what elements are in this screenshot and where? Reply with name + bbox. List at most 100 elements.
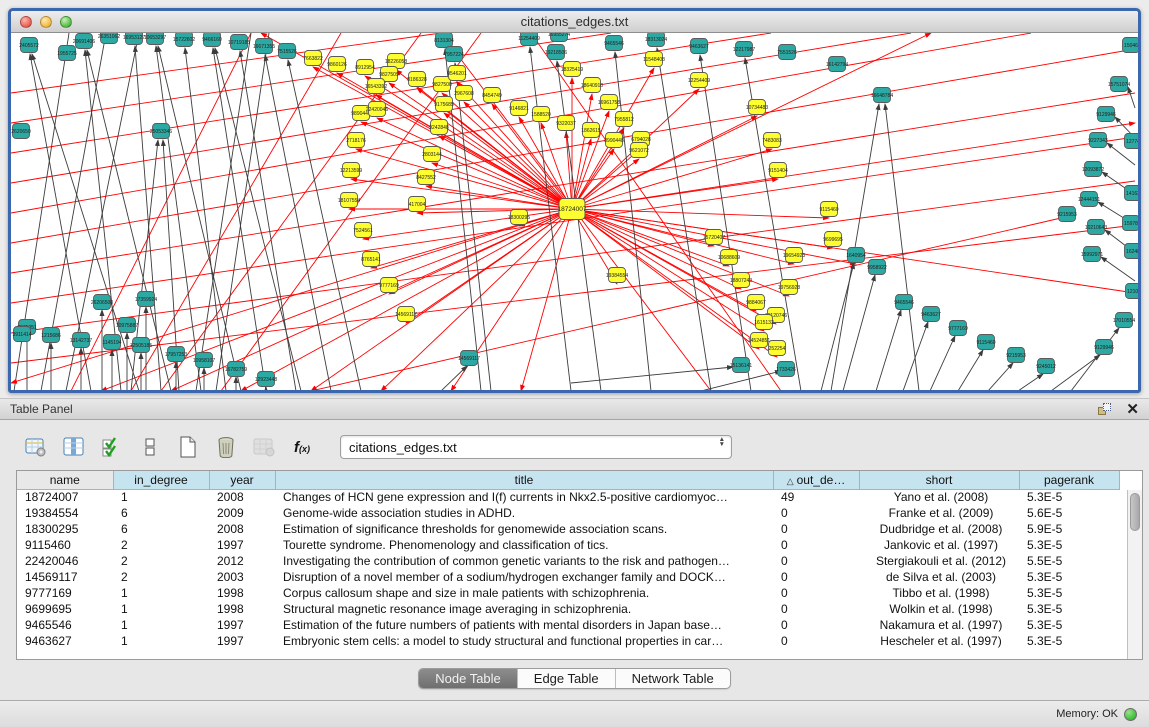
table-cell[interactable]: 9699695 xyxy=(17,601,113,617)
graph-node[interactable]: 15720407 xyxy=(703,230,725,245)
table-cell[interactable]: 22420046 xyxy=(17,553,113,569)
citation-edge-red[interactable] xyxy=(566,132,572,209)
table-row[interactable]: 977716911998Corpus callosum shape and si… xyxy=(17,585,1119,601)
graph-node[interactable]: 10653297 xyxy=(144,33,166,45)
graph-node[interactable]: 14569117 xyxy=(395,307,417,322)
graph-node[interactable]: 2405572 xyxy=(19,38,39,53)
table-row[interactable]: 946554611997Estimation of the future num… xyxy=(17,617,1119,633)
row-height-button[interactable] xyxy=(136,434,164,460)
graph-node[interactable]: 16648784 xyxy=(871,88,893,103)
graph-node[interactable]: 9958922 xyxy=(867,260,887,275)
graph-node[interactable]: 11548408 xyxy=(643,52,665,67)
citation-edge-red[interactable] xyxy=(572,209,776,324)
graph-node[interactable]: 10734483 xyxy=(746,100,768,115)
table-row[interactable]: 1938455462009Genome-wide association stu… xyxy=(17,505,1119,521)
network-canvas[interactable]: 2405572195572520691406263510621695312710… xyxy=(11,33,1138,390)
citation-edge-black[interactable] xyxy=(876,310,901,390)
table-cell[interactable]: Nakamura et al. (1997) xyxy=(859,617,1019,633)
graph-node[interactable]: 16955274 xyxy=(548,33,570,42)
column-header-name[interactable]: name xyxy=(17,471,113,489)
citation-edge-red[interactable] xyxy=(11,33,1031,213)
graph-node[interactable]: 12254409 xyxy=(688,73,710,88)
graph-node[interactable]: 9466160 xyxy=(202,33,222,47)
graph-node[interactable]: 9465546 xyxy=(894,295,914,310)
table-cell[interactable]: 6 xyxy=(113,505,209,521)
table-cell[interactable]: Yano et al. (2008) xyxy=(859,489,1019,505)
hub-node[interactable]: 18724007 xyxy=(558,199,587,220)
delete-table-button[interactable] xyxy=(212,434,240,460)
table-cell[interactable]: 5.3E-5 xyxy=(1019,537,1119,553)
table-settings-button[interactable] xyxy=(22,434,50,460)
table-cell[interactable]: 5.3E-5 xyxy=(1019,585,1119,601)
table-cell[interactable]: 1 xyxy=(113,585,209,601)
table-cell[interactable]: 0 xyxy=(773,633,859,649)
float-window-icon[interactable] xyxy=(1098,403,1112,416)
table-cell[interactable]: Tibbo et al. (1998) xyxy=(859,585,1019,601)
graph-node[interactable]: 16543392 xyxy=(365,79,387,94)
table-scrollbar[interactable] xyxy=(1127,490,1142,659)
node-table[interactable]: name in_degree year title △out_de… short… xyxy=(17,471,1120,649)
table-cell[interactable]: 2 xyxy=(113,569,209,585)
graph-node[interactable]: 16953127 xyxy=(123,33,145,45)
graph-node[interactable]: 8131304 xyxy=(434,33,454,48)
citation-edge-black[interactable] xyxy=(455,63,491,390)
graph-node[interactable]: 9463627 xyxy=(921,307,941,322)
function-builder-button[interactable]: f(x) xyxy=(288,434,316,460)
citation-edge-red[interactable] xyxy=(439,136,572,209)
graph-node[interactable]: 1733426 xyxy=(776,362,796,377)
graph-node[interactable]: 10958107 xyxy=(193,353,215,368)
table-cell[interactable]: 0 xyxy=(773,585,859,601)
table-cell[interactable]: 18300295 xyxy=(17,521,113,537)
graph-node[interactable]: 9777169 xyxy=(948,321,968,336)
graph-node[interactable]: 16248 xyxy=(1125,244,1139,259)
graph-node[interactable]: 1215686 xyxy=(41,328,61,343)
graph-node[interactable]: 9227343 xyxy=(1088,133,1108,148)
table-cell[interactable]: 2 xyxy=(113,553,209,569)
table-cell[interactable]: 2009 xyxy=(209,505,275,521)
graph-node[interactable]: 18107554 xyxy=(338,193,360,208)
graph-node[interactable]: 7551526 xyxy=(777,45,797,60)
graph-node[interactable]: 12103 xyxy=(1126,284,1139,299)
column-header-out-degree[interactable]: △out_de… xyxy=(773,471,859,489)
column-header-in-degree[interactable]: in_degree xyxy=(113,471,209,489)
column-header-pagerank[interactable]: pagerank xyxy=(1019,471,1119,489)
graph-node[interactable]: 10719185 xyxy=(228,35,250,50)
citation-edge-black[interactable] xyxy=(958,350,983,390)
table-cell[interactable]: Jankovic et al. (1997) xyxy=(859,537,1019,553)
table-cell[interactable]: Genome-wide association studies in ADHD. xyxy=(275,505,773,521)
graph-node[interactable]: 18640910 xyxy=(581,78,603,93)
graph-node[interactable]: 19654923 xyxy=(783,248,805,263)
graph-node[interactable]: 3911414 xyxy=(12,327,31,342)
graph-node[interactable]: 9215953 xyxy=(1057,207,1077,222)
graph-node[interactable]: 9146821 xyxy=(509,101,529,116)
citation-edge-black[interactable] xyxy=(701,371,781,390)
citation-edge-black[interactable] xyxy=(1018,374,1043,390)
citation-edge-black[interactable] xyxy=(821,263,854,390)
table-cell[interactable]: 9115460 xyxy=(17,537,113,553)
table-cell[interactable]: 18724007 xyxy=(17,489,113,505)
graph-node[interactable]: 17957253 xyxy=(165,347,187,362)
create-table-button[interactable] xyxy=(174,434,202,460)
graph-node[interactable]: 26206500 xyxy=(91,295,113,310)
graph-node[interactable]: 9242848 xyxy=(429,120,449,135)
graph-node[interactable]: 16671355 xyxy=(253,39,275,54)
table-cell[interactable]: 0 xyxy=(773,553,859,569)
graph-node[interactable]: 9175685 xyxy=(434,97,454,112)
graph-node[interactable]: 8765141 xyxy=(361,252,381,267)
graph-node[interactable]: 25053346 xyxy=(150,124,172,139)
table-cell[interactable]: 9463627 xyxy=(17,633,113,649)
table-cell[interactable]: 2012 xyxy=(209,553,275,569)
graph-node[interactable]: 17359924 xyxy=(135,292,157,307)
citation-edge-black[interactable] xyxy=(700,55,751,390)
graph-node[interactable]: 1588520 xyxy=(531,107,551,122)
table-cell[interactable]: Estimation of significance thresholds fo… xyxy=(275,521,773,537)
table-row[interactable]: 911546021997Tourette syndrome. Phenomeno… xyxy=(17,537,1119,553)
table-cell[interactable]: 9465546 xyxy=(17,617,113,633)
table-row[interactable]: 1830029562008Estimation of significance … xyxy=(17,521,1119,537)
citation-edge-red[interactable] xyxy=(371,209,572,268)
graph-node[interactable]: 9465546 xyxy=(604,36,624,51)
table-cell[interactable]: Structural magnetic resonance image aver… xyxy=(275,601,773,617)
table-cell[interactable]: 5.3E-5 xyxy=(1019,633,1119,649)
table-cell[interactable]: 0 xyxy=(773,601,859,617)
graph-node[interactable]: 18300295 xyxy=(508,210,530,225)
